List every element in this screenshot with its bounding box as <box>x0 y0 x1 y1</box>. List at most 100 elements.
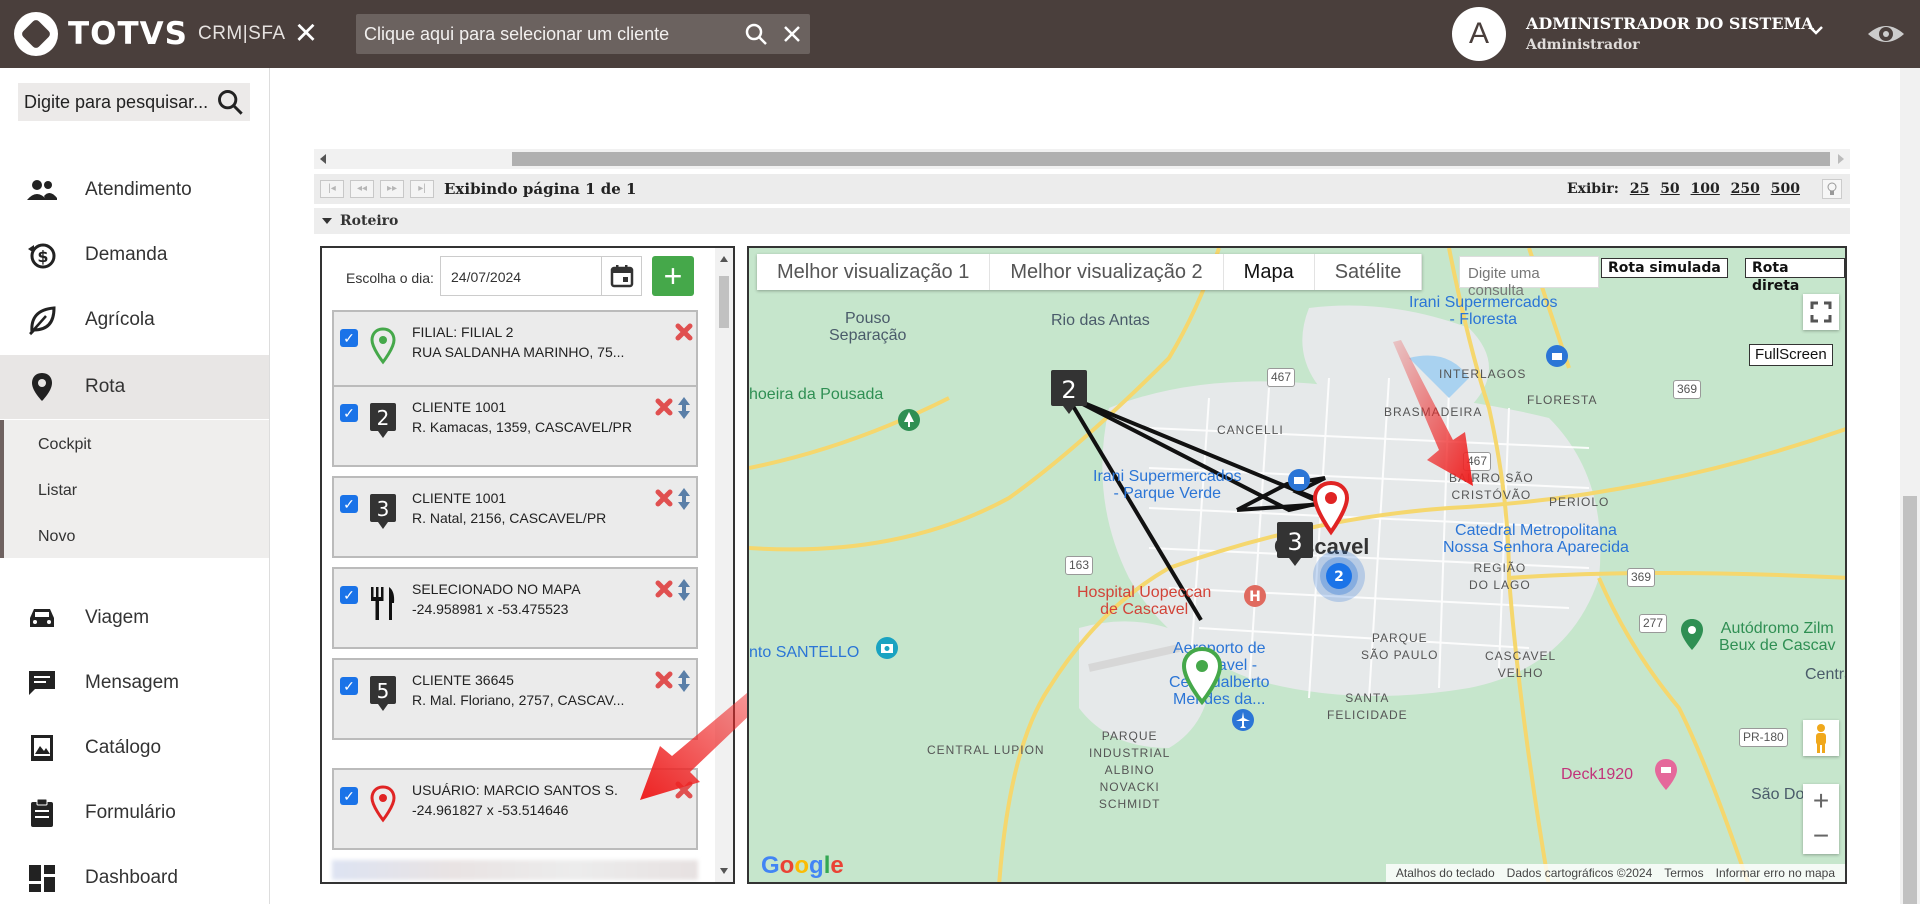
sidebar-item-rota[interactable]: Rota <box>0 355 269 419</box>
search-icon[interactable] <box>738 16 774 52</box>
sidebar-item-dashboard[interactable]: Dashboard <box>0 846 269 904</box>
route-map[interactable]: Pouso Separação Rio das Antas Irani Super… <box>747 246 1847 884</box>
page-size-100[interactable]: 100 <box>1691 181 1720 197</box>
sidebar-item-label: Formulário <box>85 802 176 823</box>
roteiro-section-header[interactable]: Roteiro <box>314 208 1850 234</box>
zoom-in-button[interactable]: + <box>1803 784 1839 819</box>
submenu-item-novo[interactable]: Novo <box>38 528 75 546</box>
client-selector[interactable]: Clique aqui para selecionar um cliente <box>356 14 810 54</box>
stops-scrollbar-thumb[interactable] <box>719 276 729 328</box>
first-page-button[interactable]: |◂ <box>320 180 344 198</box>
prev-page-button[interactable]: ◂◂ <box>350 180 374 198</box>
clear-icon[interactable] <box>774 16 810 52</box>
delete-icon[interactable] <box>654 488 674 508</box>
restaurant-icon <box>371 587 395 620</box>
green-poi-pin-icon <box>1681 619 1703 650</box>
close-icon[interactable]: × <box>288 14 324 52</box>
stop-checkbox[interactable]: ✓ <box>340 787 358 805</box>
map-query-input[interactable]: Digite uma consulta <box>1459 256 1599 299</box>
sidebar-search[interactable]: Digite para pesquisar... <box>18 83 250 121</box>
route-marker-2[interactable]: 2 <box>1049 368 1089 418</box>
stop-address: R. Mal. Floriano, 2757, CASCAV... <box>412 692 625 708</box>
stop-checkbox[interactable]: ✓ <box>340 404 358 422</box>
grid-pager: |◂ ◂◂ ▸▸ ▸| Exibindo página 1 de 1 Exibi… <box>314 174 1850 204</box>
map-label: hoeira da Pousada <box>749 386 884 403</box>
tab-satellite[interactable]: Satélite <box>1315 254 1423 290</box>
map-label: REGIÃO DO LAGO <box>1469 561 1531 592</box>
sidebar-item-catalogo[interactable]: Catálogo <box>0 716 269 780</box>
fullscreen-button[interactable]: FullScreen <box>1749 344 1833 366</box>
zoom-out-button[interactable]: − <box>1803 819 1839 854</box>
sidebar-item-mensagem[interactable]: Mensagem <box>0 651 269 715</box>
delete-icon[interactable] <box>654 397 674 417</box>
stop-checkbox[interactable]: ✓ <box>340 495 358 513</box>
simulated-route-button[interactable]: Rota simulada <box>1601 258 1728 278</box>
stop-checkbox[interactable]: ✓ <box>340 677 358 695</box>
eye-icon[interactable] <box>1866 16 1906 52</box>
scroll-right-icon[interactable] <box>1834 149 1848 169</box>
scroll-up-icon[interactable] <box>715 252 733 266</box>
sidebar-item-agricola[interactable]: Agrícola <box>0 288 269 352</box>
page-scrollbar[interactable] <box>1900 68 1920 904</box>
green-route-pin-icon[interactable] <box>1179 646 1225 706</box>
submenu-item-cockpit[interactable]: Cockpit <box>38 436 91 454</box>
map-label: CENTRAL LUPION <box>927 743 1045 757</box>
sidebar-item-label: Dashboard <box>85 867 178 888</box>
add-stop-button[interactable]: + <box>652 256 694 296</box>
top-header: TOTVS CRM|SFA × Clique aqui para selecio… <box>0 0 1920 68</box>
tab-best-view-2[interactable]: Melhor visualização 2 <box>990 254 1224 290</box>
report-error-link[interactable]: Informar erro no mapa <box>1716 866 1835 880</box>
route-marker-3[interactable]: 3 <box>1275 520 1315 570</box>
stop-checkbox[interactable]: ✓ <box>340 329 358 347</box>
tab-map[interactable]: Mapa <box>1224 254 1315 290</box>
shopping-icon <box>1288 469 1310 491</box>
scroll-down-icon[interactable] <box>715 864 733 878</box>
route-stop[interactable]: ✓ 3 CLIENTE 1001 R. Natal, 2156, CASCAVE… <box>332 476 698 558</box>
rota-submenu: Cockpit Listar Novo <box>0 420 269 558</box>
cluster-marker[interactable]: 2 <box>1311 548 1367 604</box>
sidebar-item-viagem[interactable]: Viagem <box>0 586 269 650</box>
grid-horizontal-scrollbar[interactable] <box>314 149 1850 169</box>
totvs-logo-mark <box>14 12 58 56</box>
page-size-50[interactable]: 50 <box>1660 181 1679 197</box>
route-stop[interactable]: ✓ 2 CLIENTE 1001 R. Kamacas, 1359, CASCA… <box>332 385 698 467</box>
direct-route-button[interactable]: Rota direta <box>1745 258 1845 294</box>
page-size-500[interactable]: 500 <box>1771 181 1800 197</box>
reorder-icon[interactable] <box>678 397 690 419</box>
next-page-button[interactable]: ▸▸ <box>380 180 404 198</box>
sidebar-item-atendimento[interactable]: Atendimento <box>0 158 269 222</box>
page-size-250[interactable]: 250 <box>1731 181 1760 197</box>
sidebar-item-formulario[interactable]: Formulário <box>0 781 269 845</box>
avatar[interactable]: A <box>1452 7 1506 61</box>
calendar-icon[interactable] <box>602 256 642 296</box>
keyboard-shortcuts-link[interactable]: Atalhos do teclado <box>1396 866 1495 880</box>
hospital-icon: H <box>1244 585 1266 607</box>
street-view-pegman-icon[interactable] <box>1803 720 1839 756</box>
map-label: Irani Supermercados - Floresta <box>1409 294 1558 328</box>
reorder-icon[interactable] <box>678 488 690 510</box>
map-label: SANTA FELICIDADE <box>1327 691 1408 722</box>
road-shield: 467 <box>1267 368 1296 387</box>
map-label: PARQUE SÃO PAULO <box>1361 631 1439 662</box>
totvs-logo[interactable]: TOTVS CRM|SFA <box>14 12 286 56</box>
fullscreen-icon[interactable] <box>1803 294 1839 330</box>
red-route-pin-icon[interactable] <box>1311 480 1351 536</box>
page-size-25[interactable]: 25 <box>1630 181 1649 197</box>
last-page-button[interactable]: ▸| <box>410 180 434 198</box>
stop-checkbox[interactable]: ✓ <box>340 586 358 604</box>
route-stop[interactable]: ✓ FILIAL: FILIAL 2 RUA SALDANHA MARINHO,… <box>332 310 698 392</box>
sidebar-item-demanda[interactable]: $ Demanda <box>0 223 269 287</box>
date-field[interactable]: 24/07/2024 <box>440 256 602 296</box>
terms-link[interactable]: Termos <box>1664 866 1703 880</box>
user-role: Administrador <box>1526 37 1640 53</box>
page-scrollbar-thumb[interactable] <box>1903 496 1917 904</box>
lightbulb-icon[interactable] <box>1822 179 1842 199</box>
delete-icon[interactable] <box>674 322 694 342</box>
scroll-left-icon[interactable] <box>316 149 330 169</box>
grid-horizontal-scrollbar-thumb[interactable] <box>512 152 1830 166</box>
submenu-item-listar[interactable]: Listar <box>38 482 77 500</box>
tab-best-view-1[interactable]: Melhor visualização 1 <box>757 254 991 290</box>
map-label: São Do <box>1751 786 1805 803</box>
chevron-down-icon[interactable] <box>1806 20 1826 46</box>
search-icon[interactable] <box>216 88 244 116</box>
